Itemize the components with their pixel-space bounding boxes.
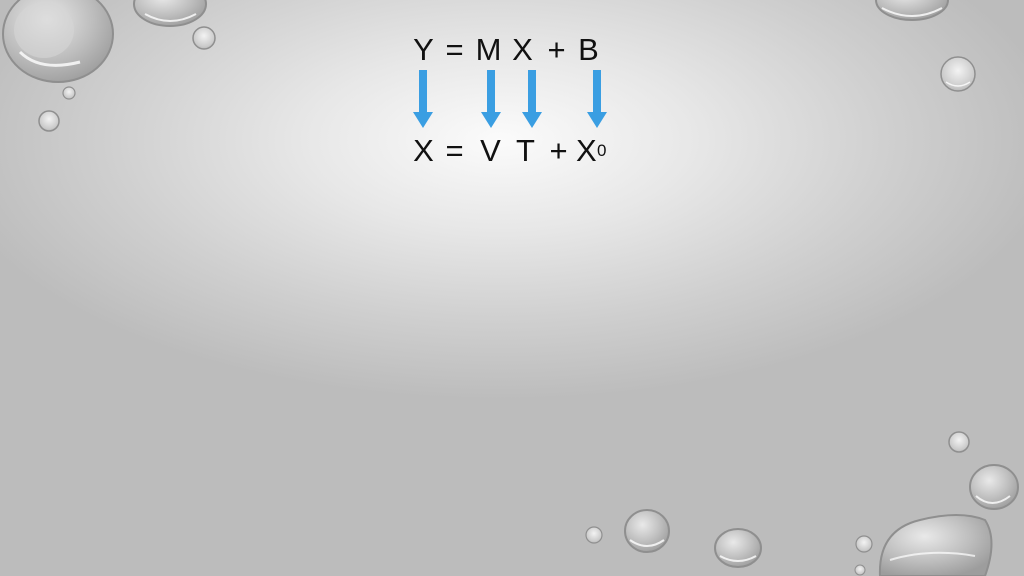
drop-top-right-large — [875, 0, 949, 21]
eq2-token-equals: = — [445, 133, 465, 168]
drop-bottom-center-2 — [714, 528, 762, 568]
drop-bottom-center-3 — [585, 526, 603, 544]
eq1-token-plus: + — [547, 32, 567, 67]
eq2-token-x0: X — [576, 133, 598, 168]
drop-top-left-5 — [38, 110, 60, 132]
arrow-down-icon — [413, 70, 433, 128]
eq1-token-b: B — [578, 32, 600, 67]
drop-top-right-small — [940, 56, 976, 92]
equation-line-general: Y = M X + B — [410, 30, 604, 70]
arrow-down-icon — [481, 70, 501, 128]
arrow-down-icon — [522, 70, 542, 128]
equation-line-motion: X = V T + X 0 — [410, 131, 607, 171]
drop-bottom-right-1 — [948, 431, 970, 453]
drop-bottom-right-4 — [854, 564, 866, 576]
eq1-token-x: X — [512, 32, 534, 67]
slide: Y = M X + B X = V T + X 0 — [0, 0, 1024, 576]
drop-top-left-4 — [62, 86, 76, 100]
eq2-token-x: X — [413, 133, 435, 168]
eq1-token-m: M — [475, 32, 503, 67]
arrow-down-icon — [587, 70, 607, 128]
drop-top-left-3 — [192, 26, 216, 50]
drop-bottom-right-3 — [855, 535, 873, 553]
eq2-token-plus: + — [549, 133, 569, 168]
drop-bottom-right-large — [878, 514, 993, 576]
drop-bottom-center-1 — [624, 509, 670, 553]
drop-bottom-right-2 — [969, 464, 1019, 510]
drop-top-left-large — [2, 0, 114, 83]
eq2-token-x0-subscript: 0 — [597, 141, 608, 160]
drop-top-left-2 — [133, 0, 207, 27]
eq2-token-v: V — [480, 133, 502, 168]
eq1-token-equals: = — [445, 32, 465, 67]
eq1-token-y: Y — [413, 32, 435, 67]
water-drops-decoration — [2, 0, 1019, 576]
eq2-token-t: T — [516, 133, 536, 168]
